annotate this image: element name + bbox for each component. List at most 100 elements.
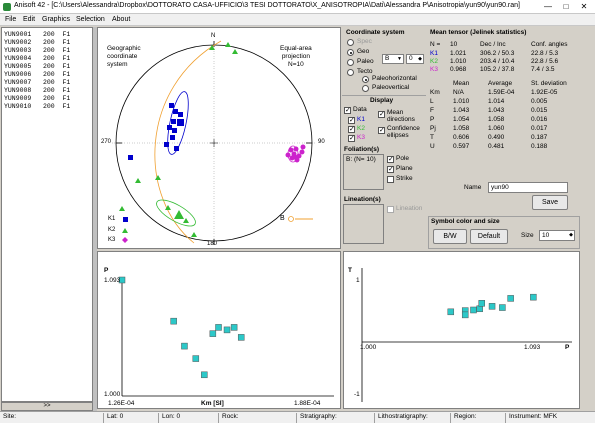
stats-sd-cell: 0.188 bbox=[531, 143, 548, 150]
check-mean-directions[interactable]: ✓ bbox=[378, 111, 385, 118]
foliation-title: Foliation(s) bbox=[344, 146, 380, 153]
menu-selection[interactable]: Selection bbox=[76, 16, 105, 23]
symbol-panel: Symbol color and size B/W Default Size 1… bbox=[428, 216, 580, 249]
stats-mean-cell: N/A bbox=[453, 89, 464, 96]
stats-sd-cell: 0.187 bbox=[531, 134, 548, 141]
paleo-select-value: B bbox=[385, 55, 390, 62]
check-strike[interactable] bbox=[387, 176, 394, 183]
foliation-list[interactable]: B: (N= 10) bbox=[343, 154, 384, 190]
size-spinner[interactable]: 10 ◆ bbox=[539, 230, 575, 241]
legend-k1-symbol bbox=[123, 217, 128, 222]
menu-file[interactable]: File bbox=[5, 16, 16, 23]
specimen-row[interactable]: YUN9002 200 F1 bbox=[4, 39, 70, 47]
maximize-button[interactable]: □ bbox=[558, 1, 574, 13]
specimen-row[interactable]: YUN9008 200 F1 bbox=[4, 87, 70, 95]
radio-spec-label: Spec bbox=[357, 38, 372, 45]
radio-spec[interactable] bbox=[347, 39, 354, 46]
specimen-row[interactable]: YUN9005 200 F1 bbox=[4, 63, 70, 71]
window-title: Anisoft 42 - [C:\Users\Alessandra\Dropbo… bbox=[14, 2, 520, 9]
radio-tecto[interactable] bbox=[347, 69, 354, 76]
name-field[interactable]: yun90 bbox=[488, 182, 568, 193]
check-confidence-ellipses[interactable]: ✓ bbox=[378, 127, 385, 134]
foliation-item[interactable]: B: (N= 10) bbox=[346, 156, 376, 163]
specimen-list[interactable]: YUN9001 200 F1 YUN9002 200 F1 YUN9003 200 … bbox=[1, 27, 93, 402]
stats-mean-cell: 0.597 bbox=[453, 143, 470, 150]
app-icon bbox=[3, 3, 11, 11]
p-km-ymin-label: 1.000 bbox=[104, 391, 121, 398]
check-plane[interactable]: ✓ bbox=[387, 166, 394, 173]
scatter-point bbox=[215, 324, 222, 331]
close-button[interactable]: ✕ bbox=[576, 1, 592, 13]
p-km-plot-panel: P 1.093 1.000 1.26E-04 1.88E-04 Km [SI] bbox=[97, 251, 341, 409]
tensor-value-cell: 1.021 bbox=[450, 50, 467, 57]
stats-label-cell: Pj bbox=[430, 125, 436, 132]
tensor-conf-cell: 22.8 / 5.6 bbox=[531, 58, 559, 65]
header-average: Average bbox=[488, 80, 513, 87]
bw-button[interactable]: B/W bbox=[433, 229, 467, 244]
title-bar: Anisoft 42 - [C:\Users\Alessandra\Dropbo… bbox=[0, 0, 595, 14]
stats-label-cell: Km bbox=[430, 89, 440, 96]
status-lat: Lat: 0 bbox=[107, 413, 124, 420]
paleo-number-spinner[interactable]: 0 ◆ bbox=[406, 54, 424, 64]
status-site: Site: bbox=[3, 413, 17, 420]
tensor-dec-cell: 306.2 / 50.3 bbox=[480, 50, 515, 57]
save-button[interactable]: Save bbox=[532, 195, 568, 210]
p-km-xlabel: Km [SI] bbox=[201, 400, 224, 407]
check-lineation[interactable] bbox=[387, 206, 394, 213]
menu-about[interactable]: About bbox=[112, 16, 130, 23]
specimen-row[interactable]: YUN9004 200 F1 bbox=[4, 55, 70, 63]
specimen-row[interactable]: YUN9001 200 F1 bbox=[4, 31, 70, 39]
paleo-select[interactable]: B ▼ bbox=[382, 54, 404, 64]
scatter-point bbox=[470, 306, 477, 314]
menu-graphics[interactable]: Graphics bbox=[42, 16, 70, 23]
specimen-row[interactable]: YUN9010 200 F1 bbox=[4, 103, 70, 111]
stats-avg-cell: 1.59E-04 bbox=[488, 89, 515, 96]
stats-mean-cell: 1.058 bbox=[453, 125, 470, 132]
minimize-button[interactable]: — bbox=[540, 1, 556, 13]
scatter-point bbox=[201, 371, 208, 379]
stats-avg-cell: 1.014 bbox=[488, 98, 505, 105]
stats-sd-cell: 1.92E-05 bbox=[531, 89, 558, 96]
coord-title: Coordinate system bbox=[346, 29, 405, 36]
radio-paleovertical[interactable] bbox=[362, 85, 369, 92]
check-k2[interactable]: ✓ bbox=[348, 126, 355, 133]
status-stratigraphy: Stratigraphy: bbox=[300, 413, 337, 420]
menu-edit[interactable]: Edit bbox=[23, 16, 35, 23]
stats-sd-cell: 0.015 bbox=[531, 107, 548, 114]
size-label: Size bbox=[521, 232, 534, 239]
name-label: Name bbox=[464, 184, 482, 191]
radio-paleohorizontal[interactable] bbox=[362, 76, 369, 83]
check-strike-label: Strike bbox=[396, 175, 413, 182]
radio-geo[interactable] bbox=[347, 49, 354, 56]
check-pole[interactable]: ✓ bbox=[387, 156, 394, 163]
specimen-row[interactable]: YUN9003 200 F1 bbox=[4, 47, 70, 55]
check-k1[interactable]: ✓ bbox=[348, 117, 355, 124]
k2-points bbox=[119, 42, 238, 237]
legend-k2-label: K2 bbox=[108, 227, 116, 233]
stereonet-panel: Geographic coordinate system Equal-area … bbox=[97, 27, 341, 249]
header-dec-inc: Dec / Inc bbox=[480, 41, 506, 48]
check-plane-label: Plane bbox=[396, 165, 413, 172]
scatter-point bbox=[209, 330, 217, 337]
lineation-list[interactable] bbox=[343, 204, 384, 244]
t-p-plot bbox=[361, 268, 572, 402]
stats-sd-cell: 0.016 bbox=[531, 116, 548, 123]
stats-mean-cell: 0.606 bbox=[453, 134, 470, 141]
default-button[interactable]: Default bbox=[470, 229, 508, 244]
check-k3-label: K3 bbox=[357, 134, 365, 141]
specimen-row[interactable]: YUN9006 200 F1 bbox=[4, 71, 70, 79]
tensor-value-cell: 0.968 bbox=[450, 66, 467, 73]
p-km-plot bbox=[118, 276, 334, 397]
lineation-title: Lineation(s) bbox=[344, 196, 381, 203]
stats-sd-cell: 0.005 bbox=[531, 98, 548, 105]
divider bbox=[342, 95, 426, 96]
check-data[interactable]: ✓ bbox=[344, 107, 351, 114]
chevron-down-icon: ▼ bbox=[397, 56, 402, 62]
stats-mean-cell: 1.054 bbox=[453, 116, 470, 123]
specimen-row[interactable]: YUN9007 200 F1 bbox=[4, 79, 70, 87]
check-k3[interactable]: ✓ bbox=[348, 135, 355, 142]
radio-paleo[interactable] bbox=[347, 59, 354, 66]
stats-mean-cell: 1.010 bbox=[453, 98, 470, 105]
specimen-row[interactable]: YUN9009 200 F1 bbox=[4, 95, 70, 103]
list-scroll-button[interactable]: >> bbox=[1, 402, 93, 411]
